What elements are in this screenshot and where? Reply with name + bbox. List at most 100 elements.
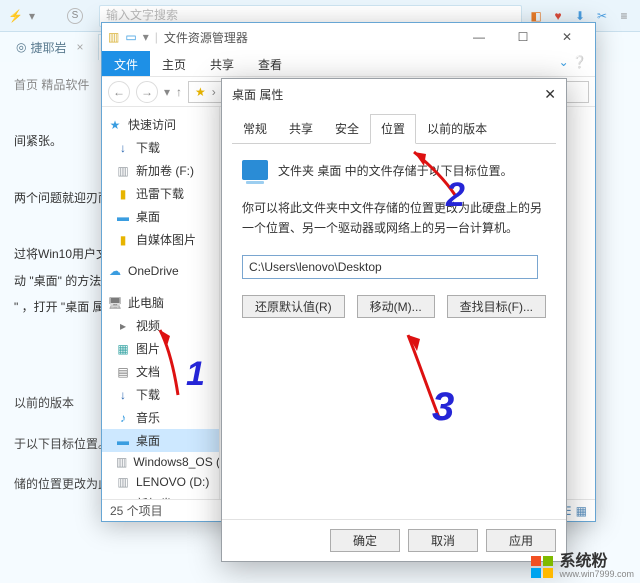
browser-tab-left[interactable]: ◎ 捷耶岩 × — [6, 34, 94, 60]
sidebar-label: 桌面 — [136, 432, 160, 449]
desktop-icon: ▬ — [116, 434, 130, 448]
tab-security[interactable]: 安全 — [324, 114, 370, 144]
sidebar-label: 新加卷 (F:) — [136, 162, 194, 179]
dialog-footer: 确定 取消 应用 — [222, 519, 566, 561]
folder-icon: ▮ — [116, 233, 130, 247]
sidebar-item-music[interactable]: ♪ 音乐 — [102, 406, 219, 429]
sidebar-label: OneDrive — [128, 264, 179, 278]
maximize-button[interactable]: ☐ — [501, 23, 545, 51]
sidebar-quick-access[interactable]: ★快速访问 — [102, 113, 219, 136]
watermark-name: 系统粉 — [559, 554, 607, 570]
ribbon-tab-file[interactable]: 文件 — [102, 51, 150, 76]
disk-icon: ▥ — [116, 475, 130, 489]
sidebar-label: 文档 — [136, 363, 160, 380]
document-icon: ▤ — [116, 365, 130, 379]
sidebar-label: Windows8_OS (C — [133, 455, 220, 469]
qat-dropdown-icon[interactable]: ▾ — [143, 30, 149, 44]
view-large-icon[interactable]: ▦ — [576, 504, 587, 518]
apply-button[interactable]: 应用 — [486, 529, 556, 552]
properties-tabs: 常规 共享 安全 位置 以前的版本 — [232, 113, 556, 144]
ok-button[interactable]: 确定 — [330, 529, 400, 552]
tab-location[interactable]: 位置 — [370, 114, 416, 144]
sidebar-item-videos[interactable]: ▸ 视频 — [102, 314, 219, 337]
location-description-text: 你可以将此文件夹中文件存储的位置更改为此硬盘上的另一个位置、另一个驱动器或网络上… — [242, 198, 546, 239]
sidebar-label: 快速访问 — [128, 116, 176, 133]
star-icon: ★ — [195, 85, 206, 99]
restore-default-button[interactable]: 还原默认值(R) — [242, 295, 345, 318]
download-icon: ↓ — [116, 388, 130, 402]
sidebar-label: 自媒体图片 — [136, 231, 196, 248]
sidebar-label: 图片 — [136, 340, 160, 357]
ribbon-tab-view[interactable]: 查看 — [246, 51, 294, 76]
ribbon-tabs: 文件 主页 共享 查看 ⌄ ❔ — [102, 51, 595, 77]
nav-back-button[interactable]: ← — [108, 81, 130, 103]
dialog-title: 桌面 属性 — [232, 86, 283, 103]
disk-icon: ▥ — [116, 497, 130, 500]
sidebar-label: 此电脑 — [128, 294, 164, 311]
tab-label: 捷耶岩 — [30, 39, 66, 56]
sidebar-item-lenovo-d[interactable]: ▥ LENOVO (D:) — [102, 472, 219, 492]
sidebar-label: 桌面 — [136, 208, 160, 225]
close-button[interactable]: ✕ — [544, 86, 556, 103]
music-icon: ♪ — [116, 411, 130, 425]
sidebar-item-documents[interactable]: ▤ 文档 — [102, 360, 219, 383]
sidebar-item-downloads2[interactable]: ↓ 下载 — [102, 383, 219, 406]
tab-previous-versions[interactable]: 以前的版本 — [416, 114, 498, 144]
tab-general[interactable]: 常规 — [232, 114, 278, 144]
sidebar-label: 视频 — [136, 317, 160, 334]
move-button[interactable]: 移动(M)... — [357, 295, 435, 318]
nav-up-button[interactable]: ↑ — [176, 85, 182, 99]
location-path-input[interactable]: C:\Users\lenovo\Desktop — [242, 255, 538, 279]
sidebar-label: 下载 — [136, 139, 160, 156]
ribbon-tab-share[interactable]: 共享 — [198, 51, 246, 76]
close-button[interactable]: ✕ — [545, 23, 589, 51]
sidebar-item-media-pics[interactable]: ▮ 自媒体图片 — [102, 228, 219, 251]
download-icon: ↓ — [116, 141, 130, 155]
nav-forward-button[interactable]: → — [136, 81, 158, 103]
folder-icon: ▮ — [116, 187, 130, 201]
close-icon[interactable]: × — [77, 40, 84, 54]
sidebar-label: 下载 — [136, 386, 160, 403]
video-icon: ▸ — [116, 319, 130, 333]
location-heading-text: 文件夹 桌面 中的文件存储于以下目标位置。 — [278, 162, 513, 179]
status-item-count: 25 个项目 — [110, 502, 163, 519]
dialog-titlebar[interactable]: 桌面 属性 ✕ — [222, 79, 566, 109]
watermark-url: www.win7999.com — [559, 570, 634, 579]
microsoft-logo-icon — [531, 556, 553, 578]
watermark: 系统粉 www.win7999.com — [531, 554, 634, 579]
sidebar-item-xunlei[interactable]: ▮ 迅雷下载 — [102, 182, 219, 205]
sidebar-item-win8os[interactable]: ▥ Windows8_OS (C — [102, 452, 219, 472]
screenshot-icon[interactable]: ✂ — [594, 8, 610, 24]
sidebar-onedrive[interactable]: ☁OneDrive — [102, 261, 219, 281]
sidebar-item-desktop2[interactable]: ▬ 桌面 — [102, 429, 219, 452]
tab-icon: ◎ — [16, 40, 26, 54]
ribbon-tab-home[interactable]: 主页 — [150, 51, 198, 76]
sidebar-item-new-e[interactable]: ▥ 新加卷 (E:) — [102, 492, 219, 499]
minimize-button[interactable]: ― — [457, 23, 501, 51]
sidebar-item-downloads[interactable]: ↓ 下载 — [102, 136, 219, 159]
cancel-button[interactable]: 取消 — [408, 529, 478, 552]
chevron-down-icon[interactable]: ▾ — [29, 9, 35, 23]
disk-icon: ▥ — [116, 164, 130, 178]
sidebar-item-desktop[interactable]: ▬桌面 — [102, 205, 219, 228]
qat-icon[interactable]: ▭ — [125, 30, 136, 44]
sidebar-item-pictures[interactable]: ▦图片 — [102, 337, 219, 360]
nav-recent-icon[interactable]: ▾ — [164, 85, 170, 99]
find-target-button[interactable]: 查找目标(F)... — [447, 295, 546, 318]
sidebar-label: 迅雷下载 — [136, 185, 184, 202]
properties-body: 文件夹 桌面 中的文件存储于以下目标位置。 你可以将此文件夹中文件存储的位置更改… — [222, 144, 566, 334]
sidebar-label: LENOVO (D:) — [136, 475, 209, 489]
sidebar-item-new-volume-f[interactable]: ▥ 新加卷 (F:) — [102, 159, 219, 182]
disk-icon: ▥ — [116, 455, 127, 469]
desktop-properties-dialog: 桌面 属性 ✕ 常规 共享 安全 位置 以前的版本 文件夹 桌面 中的文件存储于… — [221, 78, 567, 562]
explorer-titlebar[interactable]: ▥ ▭ ▾ | 文件资源管理器 ― ☐ ✕ — [102, 23, 595, 51]
pc-icon: 🖥 — [108, 296, 122, 310]
explorer-sidebar: ★快速访问 ↓ 下载 ▥ 新加卷 (F:) ▮ 迅雷下载 ▬ 桌面 ▮ 自媒体图片 ☁On… — [102, 107, 220, 499]
sidebar-label: 新加卷 (E:) — [136, 495, 195, 499]
tab-share[interactable]: 共享 — [278, 114, 324, 144]
sidebar-this-pc[interactable]: 🖥 此电脑 — [102, 291, 219, 314]
sidebar-label: 音乐 — [136, 409, 160, 426]
ribbon-help-icon[interactable]: ⌄ ❔ — [551, 51, 595, 76]
sogou-icon[interactable]: S — [67, 8, 83, 24]
more-icon[interactable]: ≡ — [616, 8, 632, 24]
